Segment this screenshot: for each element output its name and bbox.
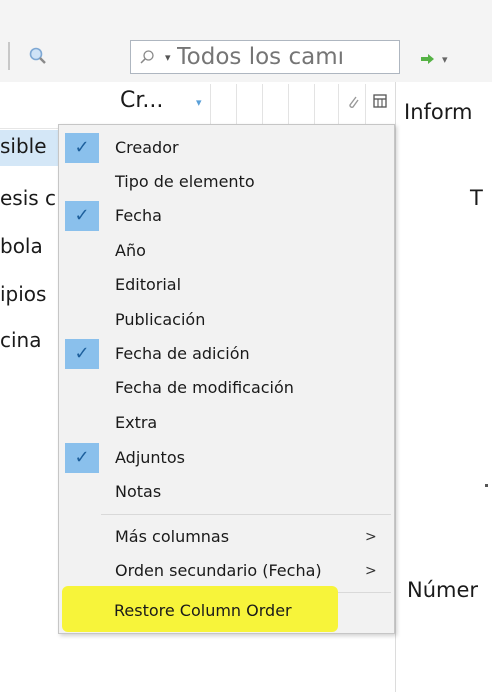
checkmark-icon: ✓: [65, 339, 99, 369]
table-row[interactable]: ipios: [0, 282, 46, 306]
menu-item-fecha[interactable]: ✓ Fecha: [59, 199, 394, 233]
menu-item-editorial[interactable]: Editorial: [59, 268, 394, 302]
info-field-label: T: [470, 186, 483, 210]
search-mode-caret[interactable]: ▾: [165, 51, 171, 64]
attachment-icon: [349, 96, 359, 108]
menu-item-creador[interactable]: ✓ Creador: [59, 131, 394, 165]
menu-item-label: Fecha de modificación: [115, 378, 294, 397]
column-divider[interactable]: [210, 84, 211, 126]
search-field[interactable]: ▾: [130, 40, 400, 74]
menu-item-label: Fecha de adición: [115, 344, 250, 363]
table-row[interactable]: bola: [0, 234, 43, 258]
menu-item-tipo-de-elemento[interactable]: Tipo de elemento: [59, 165, 394, 199]
search-mode-icon[interactable]: [139, 49, 155, 65]
locate-caret[interactable]: ▾: [442, 53, 448, 66]
menu-item-fecha-de-adicion[interactable]: ✓ Fecha de adición: [59, 337, 394, 371]
checkmark-icon: ✓: [65, 133, 99, 163]
column-divider[interactable]: [365, 84, 366, 126]
menu-item-label: Tipo de elemento: [115, 172, 255, 191]
table-row[interactable]: sible: [0, 134, 47, 158]
menu-item-adjuntos[interactable]: ✓ Adjuntos: [59, 441, 394, 475]
menu-item-notas[interactable]: Notas: [59, 475, 394, 509]
menu-item-extra[interactable]: Extra: [59, 406, 394, 440]
menu-item-publicacion[interactable]: Publicación: [59, 303, 394, 337]
column-header-creator[interactable]: Cr...: [120, 88, 163, 113]
column-divider[interactable]: [338, 84, 339, 126]
menu-item-label: Año: [115, 241, 146, 260]
menu-item-label: Restore Column Order: [114, 601, 292, 620]
checkmark-icon: ✓: [65, 201, 99, 231]
menu-item-label: Editorial: [115, 275, 182, 294]
info-field-label: Númer: [407, 578, 479, 602]
toolbar-separator: [8, 42, 10, 70]
menu-item-label: Más columnas: [115, 527, 230, 546]
info-field-marker: [485, 484, 488, 487]
column-divider[interactable]: [236, 84, 237, 126]
menu-item-label: Fecha: [115, 206, 162, 225]
locate-button[interactable]: ▾: [420, 48, 464, 70]
chevron-right-icon: >: [365, 563, 377, 579]
sort-arrow-icon: ▾: [196, 96, 202, 109]
column-divider[interactable]: [288, 84, 289, 126]
menu-item-secondary-sort[interactable]: Orden secundario (Fecha) >: [59, 554, 394, 588]
search-icon[interactable]: [28, 46, 48, 66]
info-pane-header[interactable]: Inform: [404, 100, 472, 124]
menu-item-more-columns[interactable]: Más columnas >: [59, 520, 394, 554]
menu-item-label: Extra: [115, 413, 158, 432]
column-divider[interactable]: [262, 84, 263, 126]
table-row[interactable]: cina: [0, 328, 41, 352]
column-divider[interactable]: [314, 84, 315, 126]
menu-item-label: Creador: [115, 138, 179, 157]
checkmark-icon: ✓: [65, 443, 99, 473]
table-row[interactable]: esis c: [0, 186, 56, 210]
menu-item-label: Publicación: [115, 310, 206, 329]
toolbar: ▾ ▾: [0, 0, 492, 83]
menu-separator: [101, 514, 391, 515]
search-input[interactable]: [176, 44, 382, 70]
menu-item-label: Notas: [115, 482, 162, 501]
column-picker-icon[interactable]: [373, 94, 387, 108]
menu-item-fecha-de-modificacion[interactable]: Fecha de modificación: [59, 371, 394, 405]
menu-item-restore-column-order[interactable]: Restore Column Order: [58, 594, 393, 628]
chevron-right-icon: >: [365, 529, 377, 545]
arrow-right-icon: [421, 54, 434, 64]
menu-item-label: Orden secundario (Fecha): [115, 561, 322, 580]
column-picker-menu: ✓ Creador Tipo de elemento ✓ Fecha Año E…: [58, 124, 395, 634]
menu-item-label: Adjuntos: [115, 448, 185, 467]
menu-item-ano[interactable]: Año: [59, 234, 394, 268]
